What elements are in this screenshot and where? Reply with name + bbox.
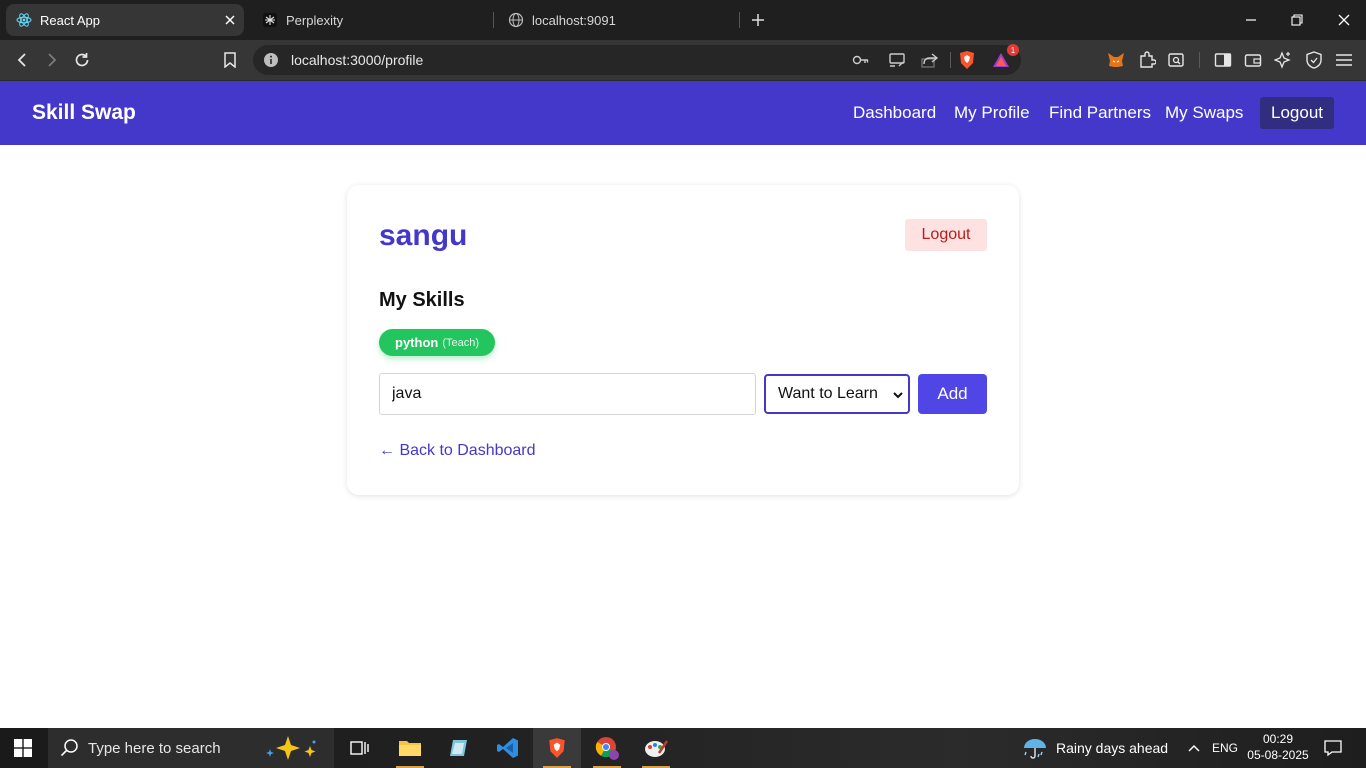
share-icon[interactable] <box>920 50 940 70</box>
skill-type: (Teach) <box>442 336 480 349</box>
reader-search-icon[interactable] <box>1164 48 1188 72</box>
profile-username: sangu <box>379 219 468 252</box>
weather-text: Rainy days ahead <box>1056 740 1169 756</box>
notes-app-icon[interactable] <box>435 728 483 768</box>
restore-icon[interactable] <box>1287 10 1307 30</box>
search-icon <box>60 738 80 758</box>
profile-logout-button[interactable]: Logout <box>905 219 987 251</box>
taskbar-search-box[interactable]: Type here to search <box>48 728 334 768</box>
reload-icon[interactable] <box>70 48 94 72</box>
wallet-icon[interactable] <box>1241 48 1265 72</box>
vpn-shield-icon[interactable] <box>1302 48 1326 72</box>
new-tab-icon[interactable] <box>748 10 768 30</box>
perplexity-icon <box>262 12 278 28</box>
tab-separator <box>493 12 494 28</box>
back-arrow-icon[interactable] <box>10 48 34 72</box>
forward-arrow-icon[interactable] <box>40 48 64 72</box>
clock-time: 00:29 <box>1262 732 1294 746</box>
vscode-icon[interactable] <box>484 728 532 768</box>
skill-type-selected: Want to Learn <box>778 385 878 402</box>
toolbar-divider <box>1199 52 1200 68</box>
brand-logo-text[interactable]: Skill Swap <box>32 101 136 125</box>
nav-dashboard-link[interactable]: Dashboard <box>853 103 936 123</box>
metamask-fox-icon[interactable] <box>1104 48 1128 72</box>
brave-rewards-icon[interactable]: 1 <box>989 44 1019 72</box>
sidebar-toggle-icon[interactable] <box>1211 48 1235 72</box>
skill-chip: python (Teach) <box>379 329 496 356</box>
browser-toolbar: localhost:3000/profile 1 <box>0 40 1366 81</box>
react-icon <box>16 12 32 28</box>
file-explorer-icon[interactable] <box>386 728 434 768</box>
leo-ai-sparkle-icon[interactable] <box>1271 48 1295 72</box>
tab-title: Perplexity <box>286 12 344 28</box>
minimize-icon[interactable] <box>1241 10 1261 30</box>
paint-app-icon[interactable] <box>632 728 680 768</box>
cast-icon[interactable] <box>887 50 907 70</box>
search-placeholder: Type here to search <box>88 740 221 757</box>
extensions-puzzle-icon[interactable] <box>1135 48 1159 72</box>
clock-date: 05-08-2025 <box>1247 748 1309 762</box>
rewards-badge: 1 <box>1007 44 1019 56</box>
tab-react-app[interactable]: React App <box>6 4 244 36</box>
chrome-icon[interactable] <box>583 728 631 768</box>
new-skill-input[interactable] <box>379 373 756 415</box>
bookmark-icon[interactable] <box>218 48 242 72</box>
tab-perplexity[interactable]: Perplexity <box>252 4 488 36</box>
toolbar-divider <box>950 52 951 68</box>
browser-tab-strip: React App Perplexity localhost:9091 <box>0 0 1366 40</box>
brave-shields-icon[interactable] <box>955 48 979 72</box>
windows-start-icon[interactable] <box>14 739 32 757</box>
chevron-down-icon <box>892 388 904 400</box>
search-highlight-sparkle-icon <box>264 734 324 762</box>
language-indicator[interactable]: ENG <box>1212 741 1238 755</box>
add-skill-button[interactable]: Add <box>918 374 987 414</box>
nav-my-profile-link[interactable]: My Profile <box>954 103 1030 123</box>
profile-card: sangu Logout My Skills python (Teach) Wa… <box>347 185 1019 495</box>
tab-localhost-9091[interactable]: localhost:9091 <box>498 4 734 36</box>
notification-icon[interactable] <box>1323 738 1343 758</box>
my-skills-heading: My Skills <box>379 289 465 311</box>
tab-title: localhost:9091 <box>532 12 616 28</box>
chevron-up-icon[interactable] <box>1184 738 1204 758</box>
windows-taskbar: Type here to search Rainy days ahead ENG <box>0 728 1366 768</box>
key-icon[interactable] <box>851 50 871 70</box>
close-tab-icon[interactable] <box>222 12 238 28</box>
skill-type-select[interactable]: Want to Learn <box>764 374 910 414</box>
nav-my-swaps-link[interactable]: My Swaps <box>1165 103 1243 123</box>
skill-name: python <box>395 335 439 350</box>
nav-logout-button[interactable]: Logout <box>1260 97 1334 129</box>
nav-find-partners-link[interactable]: Find Partners <box>1049 103 1151 123</box>
tab-separator <box>739 12 740 28</box>
back-to-dashboard-link[interactable]: ← Back to Dashboard <box>379 442 536 460</box>
umbrella-rain-icon <box>1022 736 1048 760</box>
tab-title: React App <box>40 12 100 28</box>
menu-hamburger-icon[interactable] <box>1332 48 1356 72</box>
weather-widget[interactable]: Rainy days ahead <box>1022 736 1168 760</box>
site-info-icon[interactable] <box>263 52 279 68</box>
globe-icon <box>508 12 524 28</box>
brave-browser-icon[interactable] <box>533 728 581 768</box>
close-window-icon[interactable] <box>1334 10 1354 30</box>
url-text: localhost:3000/profile <box>291 52 424 68</box>
system-clock[interactable]: 00:29 05-08-2025 <box>1246 731 1310 763</box>
address-bar[interactable]: localhost:3000/profile <box>253 45 1021 75</box>
task-view-icon[interactable] <box>336 728 384 768</box>
app-navbar: Skill Swap Dashboard My Profile Find Par… <box>0 81 1366 145</box>
